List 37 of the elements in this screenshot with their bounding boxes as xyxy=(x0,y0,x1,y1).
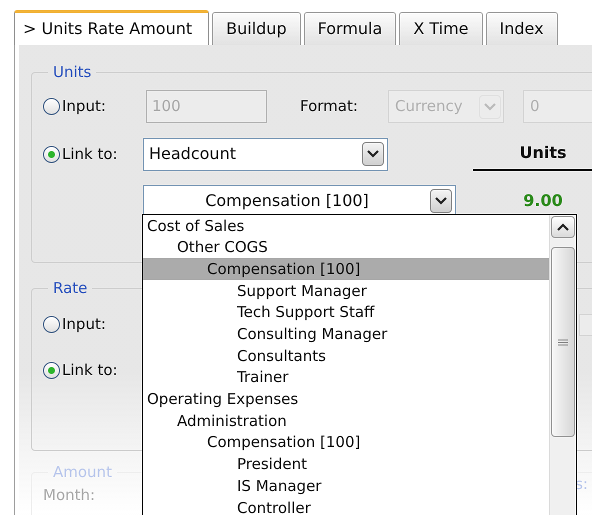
tab[interactable]: Index xyxy=(486,12,558,45)
list-item[interactable]: Controller xyxy=(143,496,549,515)
list-item[interactable]: Operating Expenses xyxy=(143,388,549,410)
list-item[interactable]: Cost of Sales xyxy=(143,215,549,237)
scrollbar[interactable] xyxy=(549,215,576,515)
scroll-thumb[interactable] xyxy=(551,247,575,437)
radio-label: Input: xyxy=(62,96,106,118)
list-item[interactable]: Consultants xyxy=(143,345,549,367)
radio-label: Link to: xyxy=(62,360,118,382)
list-item[interactable]: Other COGS xyxy=(143,236,549,258)
scroll-up-icon[interactable] xyxy=(551,216,575,238)
group-label: Rate xyxy=(52,278,88,299)
list-item[interactable]: Trainer xyxy=(143,366,549,388)
month-label: Month: xyxy=(43,484,96,506)
radio-label: Link to: xyxy=(62,144,118,165)
group-label: Amount xyxy=(52,462,113,483)
column-header: Units xyxy=(473,138,592,170)
format-label: Format: xyxy=(300,96,359,118)
radio-button[interactable] xyxy=(43,362,60,379)
list-item[interactable]: Administration xyxy=(143,410,549,432)
list-item[interactable]: Compensation [100] xyxy=(143,258,549,280)
list-item[interactable]: Support Manager xyxy=(143,280,549,302)
units-value: 9.00 xyxy=(522,190,564,212)
list-item[interactable]: Compensation [100] xyxy=(143,432,549,454)
radio-label: Input: xyxy=(62,314,106,336)
list-item[interactable]: IS Manager xyxy=(143,475,549,497)
group-label: Units xyxy=(52,62,92,83)
list-item[interactable]: Tech Support Staff xyxy=(143,302,549,324)
tab[interactable]: > Units Rate Amount xyxy=(14,10,210,45)
link-select[interactable]: Headcount xyxy=(143,138,388,170)
list-item[interactable]: President xyxy=(143,454,549,476)
list-item[interactable]: Consulting Manager xyxy=(143,323,549,346)
radio-button[interactable] xyxy=(43,146,60,162)
tab[interactable]: X Time xyxy=(399,12,483,45)
radio-button[interactable] xyxy=(43,316,60,333)
tab[interactable]: Buildup xyxy=(212,12,301,45)
tab[interactable]: Formula xyxy=(304,12,396,45)
